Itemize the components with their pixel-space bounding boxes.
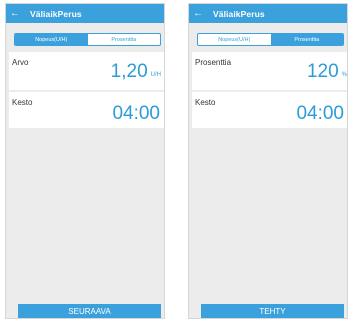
mode-segmented-control: Nopeus(U/H) Prosenttia [14, 33, 161, 46]
segment-percent[interactable]: Prosenttia [270, 34, 343, 45]
segment-rate[interactable]: Nopeus(U/H) [198, 34, 271, 45]
percent-unit: % [341, 72, 347, 78]
top-app-bar: ← VäliaikPerus [6, 4, 164, 23]
screen-right: ← VäliaikPerus Nopeus(U/H) Prosenttia Pr… [188, 3, 348, 319]
duration-card[interactable]: Kesto 04:00 [9, 92, 164, 128]
duration-label: Kesto [12, 98, 33, 107]
back-arrow-icon[interactable]: ← [189, 4, 207, 23]
value-label: Arvo [12, 58, 29, 67]
duration-card[interactable]: Kesto 04:00 [192, 92, 347, 128]
duration-value: 04:00 [112, 103, 160, 124]
value-display: 120% [307, 62, 347, 85]
percent-card[interactable]: Prosenttia 120% [192, 52, 347, 90]
back-arrow-icon[interactable]: ← [6, 4, 24, 23]
duration-value: 04:00 [296, 103, 344, 124]
done-button[interactable]: TEHTY [201, 304, 344, 318]
top-app-bar: ← VäliaikPerus [189, 4, 347, 23]
screen-title: VäliaikPerus [213, 8, 265, 19]
value-display: 1,20 U/H [111, 62, 161, 85]
value-unit: U/H [150, 72, 161, 78]
percent-label: Prosenttia [195, 58, 232, 67]
segment-percent[interactable]: Prosenttia [88, 34, 161, 45]
screen-title: VäliaikPerus [30, 8, 82, 19]
segment-rate[interactable]: Nopeus(U/H) [15, 34, 88, 45]
duration-label: Kesto [195, 98, 216, 107]
percent-number: 120 [306, 61, 339, 82]
value-card[interactable]: Arvo 1,20 U/H [9, 52, 164, 90]
value-number: 1,20 [110, 61, 148, 82]
mode-segmented-control: Nopeus(U/H) Prosenttia [197, 33, 344, 46]
screen-left: ← VäliaikPerus Nopeus(U/H) Prosenttia Ar… [5, 3, 165, 319]
next-button[interactable]: SEURAAVA [18, 304, 161, 318]
